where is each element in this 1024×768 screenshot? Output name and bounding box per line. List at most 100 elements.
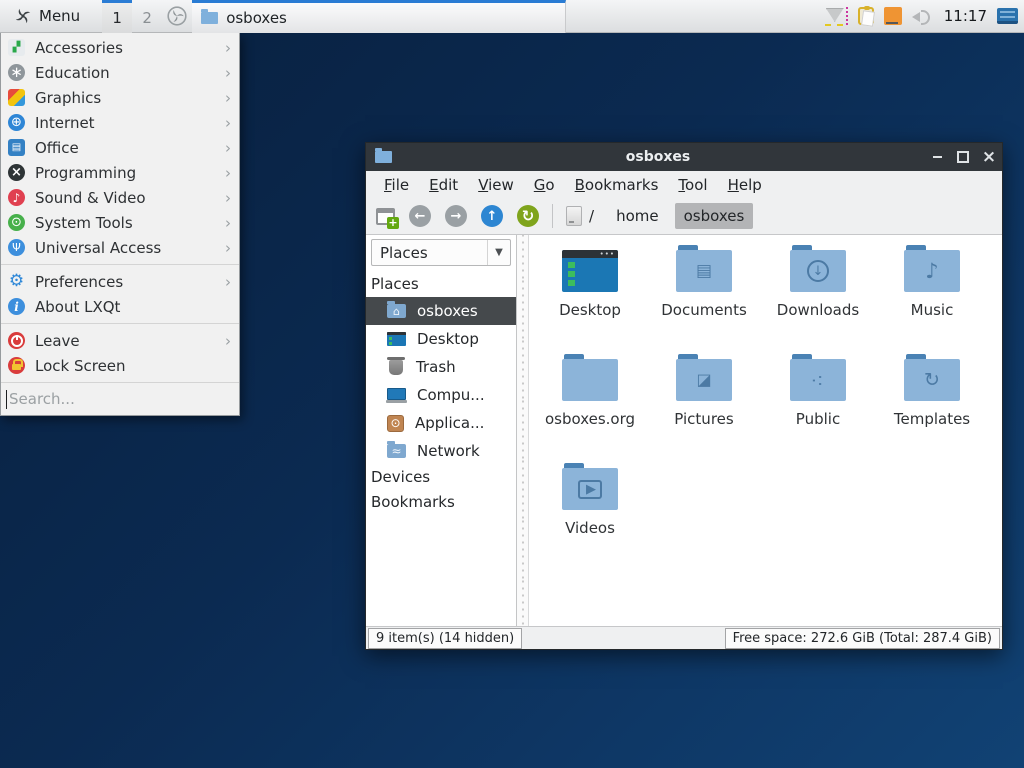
menu-item-icon xyxy=(8,139,25,156)
menu-item-sound-video[interactable]: Sound & Video › xyxy=(1,185,239,210)
minimize-button[interactable] xyxy=(924,143,950,171)
search-input[interactable] xyxy=(1,383,239,415)
sidebar-mode-value: Places xyxy=(380,244,428,262)
menu-item-leave[interactable]: Leave › xyxy=(1,328,239,353)
top-panel: Menu 1 2 xyxy=(0,0,1024,33)
folder-label: Templates xyxy=(894,410,970,428)
menubar-item[interactable]: Help xyxy=(718,176,772,194)
sidebar-item-applications[interactable]: Applica... xyxy=(366,409,516,437)
folder-public[interactable]: Public xyxy=(761,350,875,459)
place-icon xyxy=(387,332,406,346)
folder-videos[interactable]: Videos xyxy=(533,459,647,568)
sidebar-item-osboxes[interactable]: osboxes xyxy=(366,297,516,325)
folder-documents[interactable]: Documents xyxy=(647,241,761,350)
titlebar[interactable]: osboxes xyxy=(366,143,1002,171)
toolbar-separator xyxy=(552,204,553,228)
menu-item-label: Accessories xyxy=(35,39,123,57)
sidebar-item-network[interactable]: Network xyxy=(366,437,516,465)
menu-item-icon xyxy=(8,164,25,181)
menubar-item[interactable]: View xyxy=(468,176,524,194)
submenu-chevron-icon: › xyxy=(225,273,231,291)
folder-osboxes-org[interactable]: osboxes.org xyxy=(533,350,647,459)
desktop-background[interactable]: Menu 1 2 xyxy=(0,0,1024,768)
sidebar-item-trash[interactable]: Trash xyxy=(366,353,516,381)
menu-item-graphics[interactable]: Graphics › xyxy=(1,85,239,110)
folder-pictures[interactable]: Pictures xyxy=(647,350,761,459)
menubar-item[interactable]: File xyxy=(374,176,419,194)
menu-separator[interactable] xyxy=(1,264,239,265)
close-button[interactable] xyxy=(976,143,1002,171)
clock[interactable]: 11:17 xyxy=(944,7,987,25)
up-button[interactable] xyxy=(481,205,503,227)
breadcrumb-home[interactable]: home xyxy=(607,203,668,229)
path-root[interactable]: / xyxy=(589,207,594,225)
menu-item-system-tools[interactable]: System Tools › xyxy=(1,210,239,235)
file-manager-window: osboxes File Edit View Go xyxy=(365,142,1003,650)
sidebar-item-desktop[interactable]: Desktop xyxy=(366,325,516,353)
sidebar-mode-select[interactable]: Places ▼ xyxy=(371,239,511,266)
menu-button[interactable]: Menu xyxy=(6,0,88,33)
folder-music[interactable]: Music xyxy=(875,241,989,350)
place-icon xyxy=(387,388,406,400)
folder-label: Public xyxy=(796,410,840,428)
window-controls xyxy=(924,143,1002,171)
folder-label: Music xyxy=(911,301,954,319)
places-header: Places xyxy=(366,272,516,297)
submenu-chevron-icon: › xyxy=(225,139,231,157)
menu-item-icon xyxy=(8,298,25,315)
volume-muted-icon[interactable] xyxy=(912,8,932,24)
network-icon[interactable] xyxy=(826,8,844,24)
folder-label: Documents xyxy=(661,301,747,319)
splitter-handle[interactable] xyxy=(516,235,529,626)
menu-item-accessories[interactable]: Accessories › xyxy=(1,35,239,60)
workspace-button[interactable]: 1 xyxy=(102,0,132,33)
taskbar-item-osboxes[interactable]: osboxes xyxy=(192,0,566,33)
folder-desktop[interactable]: Desktop xyxy=(533,241,647,350)
menu-item-internet[interactable]: Internet › xyxy=(1,110,239,135)
menu-search xyxy=(1,382,239,415)
breadcrumb-osboxes[interactable]: osboxes xyxy=(675,203,754,229)
taskbar-item-label: osboxes xyxy=(226,9,287,27)
workspace-switcher: 1 2 xyxy=(102,0,162,33)
menu-item-universal-access[interactable]: Universal Access › xyxy=(1,235,239,260)
show-desktop-button[interactable] xyxy=(162,0,192,33)
menu-item-icon xyxy=(8,239,25,256)
window-folder-icon xyxy=(375,151,392,163)
menu-item-about-lxqt[interactable]: About LXQt xyxy=(1,294,239,319)
menubar-item[interactable]: Edit xyxy=(419,176,468,194)
clipboard-icon[interactable] xyxy=(858,7,874,25)
filesystem-root-icon[interactable] xyxy=(566,206,582,226)
menu-item-label: Graphics xyxy=(35,89,101,107)
back-button[interactable] xyxy=(409,205,431,227)
keyboard-layout-icon[interactable] xyxy=(997,8,1018,24)
workspace-button[interactable]: 2 xyxy=(132,0,162,33)
menubar-item[interactable]: Bookmarks xyxy=(565,176,669,194)
statusbar: 9 item(s) (14 hidden) Free space: 272.6 … xyxy=(366,626,1002,649)
refresh-button[interactable] xyxy=(517,205,539,227)
folder-templates[interactable]: Templates xyxy=(875,350,989,459)
menu-item-education[interactable]: Education › xyxy=(1,60,239,85)
application-menu: Accessories › Education › Graphics › xyxy=(0,33,240,416)
menu-separator[interactable] xyxy=(1,323,239,324)
sidebar-item-computer[interactable]: Compu... xyxy=(366,381,516,409)
menu-item-lock-screen[interactable]: Lock Screen xyxy=(1,353,239,378)
menubar-item[interactable]: Go xyxy=(524,176,565,194)
menu-item-label: Lock Screen xyxy=(35,357,126,375)
folder-downloads[interactable]: Downloads xyxy=(761,241,875,350)
menu-item-label: Sound & Video xyxy=(35,189,146,207)
folder-label: Downloads xyxy=(777,301,859,319)
menu-item-preferences[interactable]: Preferences › xyxy=(1,269,239,294)
menubar-item[interactable]: Tool xyxy=(668,176,717,194)
notes-icon[interactable] xyxy=(884,7,902,25)
network-indicator-line[interactable] xyxy=(846,7,848,25)
breadcrumb: home osboxes xyxy=(607,203,753,229)
submenu-chevron-icon: › xyxy=(225,332,231,350)
window-content: Places ▼ Places osboxes Desktop xyxy=(366,235,1002,626)
maximize-button[interactable] xyxy=(950,143,976,171)
forward-button[interactable] xyxy=(445,205,467,227)
menu-item-office[interactable]: Office › xyxy=(1,135,239,160)
folder-icon xyxy=(676,359,732,401)
new-tab-button[interactable] xyxy=(376,208,395,225)
menu-item-programming[interactable]: Programming › xyxy=(1,160,239,185)
folder-icon xyxy=(790,359,846,401)
